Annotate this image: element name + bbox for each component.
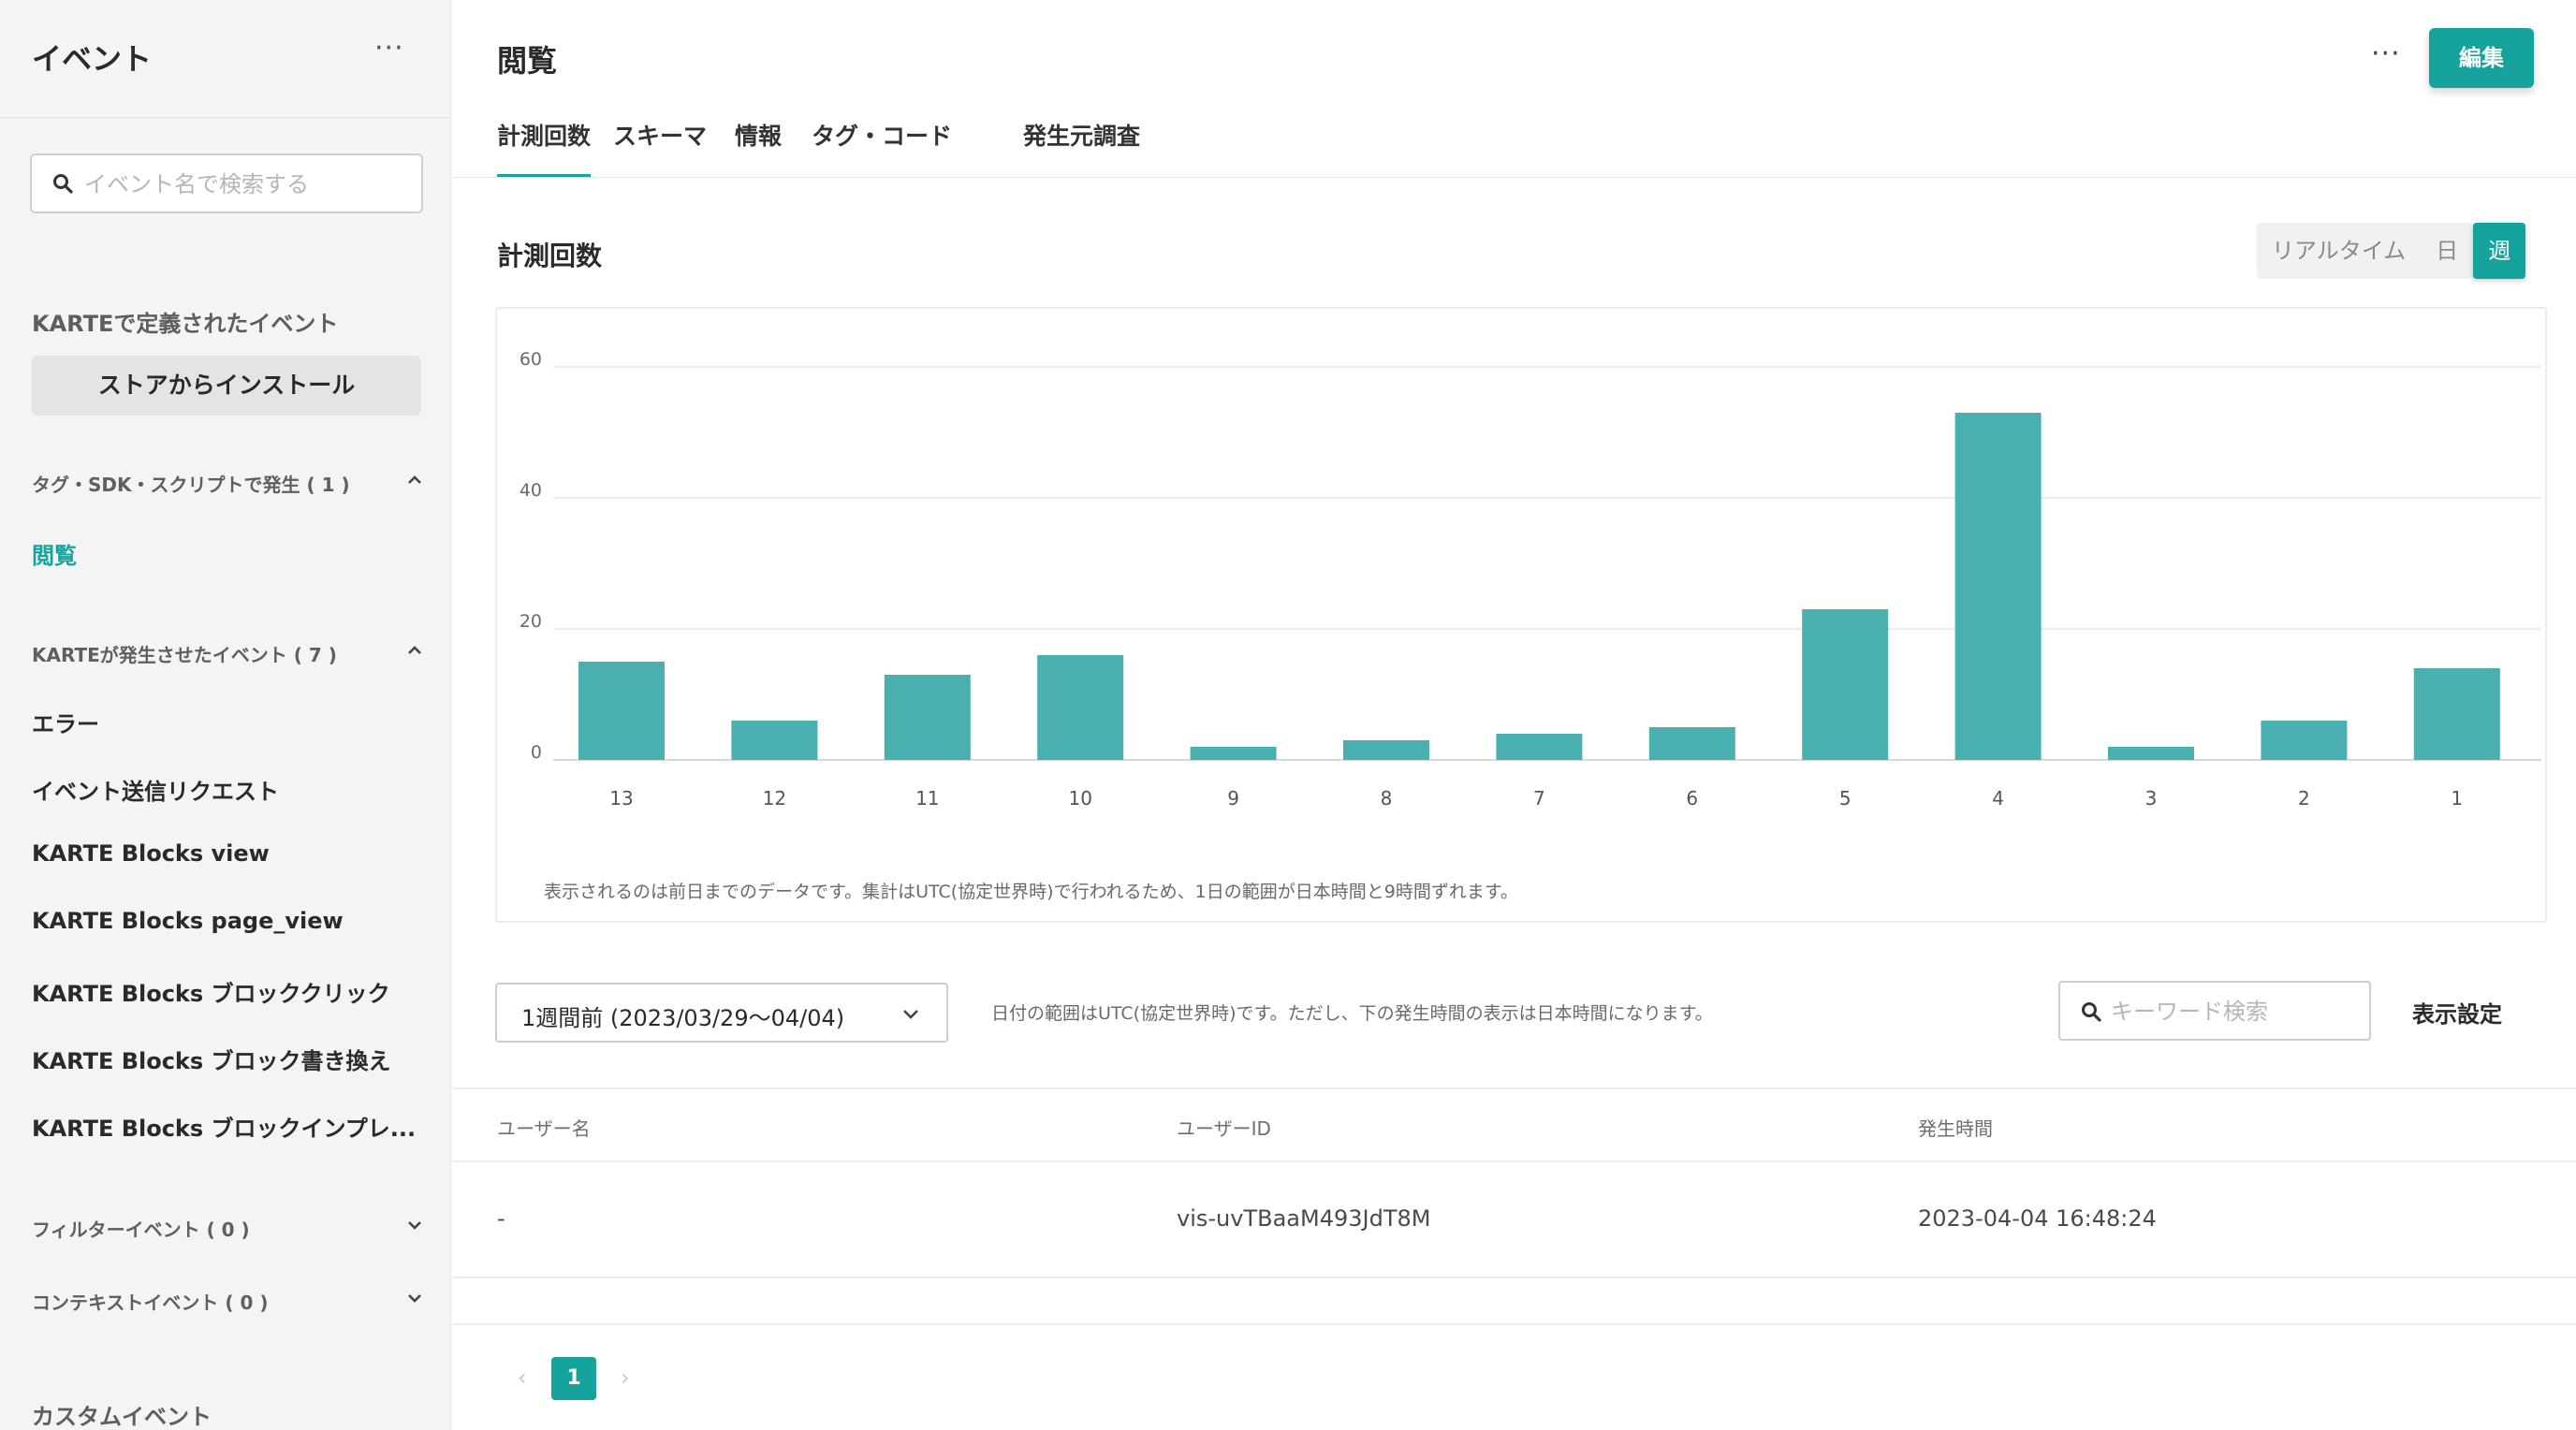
y-tick-label: 20	[520, 611, 542, 632]
chart-note: 表示されるのは前日までのデータです。集計はUTC(協定世界時)で行われるため、1…	[544, 882, 1518, 902]
x-tick-label: 9	[1227, 787, 1239, 810]
y-tick-label: 0	[531, 742, 542, 763]
date-range-select[interactable]: 1週間前 (2023/03/29〜04/04)	[495, 983, 948, 1043]
x-tick-label: 1	[2451, 787, 2463, 810]
sidebar: イベント ··· KARTEで定義されたイベント ストアからインストール タグ・…	[0, 0, 451, 1430]
column-header-username: ユーザー名	[497, 1117, 591, 1140]
display-settings-button[interactable]: 表示設定	[2412, 996, 2502, 1029]
sidebar-item-blocks-rewrite[interactable]: KARTE Blocks ブロック書き換え	[32, 1043, 391, 1075]
cell-user-id: vis-uvTBaaM493JdT8M	[1177, 1205, 1431, 1232]
bar[interactable]	[1802, 609, 1889, 760]
pagination-divider	[452, 1323, 2576, 1325]
section-title: 計測回数	[497, 241, 603, 271]
bar[interactable]	[731, 721, 818, 760]
sidebar-item-error[interactable]: エラー	[32, 706, 99, 738]
x-tick-label: 12	[763, 787, 786, 810]
bar[interactable]	[2108, 747, 2194, 760]
pagination-next-button[interactable]: ›	[621, 1364, 630, 1391]
page-title: 閲覧	[497, 43, 558, 79]
sidebar-item-blocks-impression[interactable]: KARTE Blocks ブロックインプレ...	[32, 1110, 416, 1143]
custom-events-heading: カスタムイベント	[32, 1404, 212, 1430]
keyword-search[interactable]	[2058, 981, 2371, 1041]
cell-username: -	[497, 1205, 505, 1232]
x-tick-label: 10	[1068, 787, 1091, 810]
x-tick-label: 7	[1533, 787, 1545, 810]
defined-events-heading: KARTEで定義されたイベント	[32, 311, 339, 337]
table-top-divider	[452, 1087, 2576, 1089]
sidebar-item-event-request[interactable]: イベント送信リクエスト	[32, 773, 279, 806]
search-icon	[2081, 1001, 2101, 1026]
main-content: 閲覧 ··· 編集 計測回数 スキーマ 情報 タグ・コード 発生元調査 計測回数…	[452, 0, 2576, 1430]
event-search-input[interactable]	[84, 167, 412, 202]
x-tick-label: 8	[1381, 787, 1393, 810]
chevron-up-icon	[404, 640, 425, 665]
table-row-divider	[452, 1277, 2576, 1278]
sidebar-item-blocks-view[interactable]: KARTE Blocks view	[32, 840, 270, 867]
edit-button[interactable]: 編集	[2429, 28, 2534, 88]
table-header-divider	[452, 1160, 2576, 1162]
bar[interactable]	[1190, 747, 1277, 760]
x-tick-label: 4	[1992, 787, 2004, 810]
cell-time: 2023-04-04 16:48:24	[1918, 1205, 2157, 1232]
bar[interactable]	[1496, 734, 1583, 760]
chevron-down-icon	[404, 1288, 425, 1313]
bar[interactable]	[2261, 721, 2348, 760]
bar[interactable]	[1343, 740, 1429, 760]
bar[interactable]	[2413, 668, 2500, 760]
bar-chart: 0 20 40 60 13 12 11 10 9 8 7 6 5 4 3 2 1	[520, 349, 2541, 810]
tab-schema[interactable]: スキーマ	[613, 118, 707, 178]
sidebar-more-button[interactable]: ···	[374, 32, 404, 65]
column-header-time: 発生時間	[1918, 1117, 1993, 1140]
period-realtime-button[interactable]: リアルタイム	[2257, 223, 2421, 279]
y-tick-label: 40	[520, 480, 542, 501]
group-context-events[interactable]: コンテキストイベント ( 0 )	[32, 1288, 425, 1315]
sidebar-item-browse[interactable]: 閲覧	[32, 537, 77, 570]
date-range-value: 1週間前 (2023/03/29〜04/04)	[521, 1005, 845, 1031]
group-tag-sdk-script[interactable]: タグ・SDK・スクリプトで発生 ( 1 )	[32, 470, 425, 497]
bar[interactable]	[884, 675, 971, 760]
x-tick-label: 2	[2298, 787, 2310, 810]
y-tick-label: 60	[520, 349, 542, 370]
group-filter-events[interactable]: フィルターイベント ( 0 )	[32, 1215, 425, 1242]
tab-origin-investigation[interactable]: 発生元調査	[1023, 118, 1140, 178]
x-tick-label: 6	[1686, 787, 1698, 810]
x-tick-label: 11	[915, 787, 939, 810]
x-tick-label: 5	[1839, 787, 1852, 810]
more-options-button[interactable]: ···	[2371, 37, 2401, 70]
tab-tag-code[interactable]: タグ・コード	[812, 118, 952, 178]
group-label: フィルターイベント ( 0 )	[32, 1218, 250, 1241]
bar[interactable]	[1648, 727, 1735, 760]
bar[interactable]	[1037, 655, 1124, 760]
event-search[interactable]	[30, 153, 423, 213]
keyword-search-input[interactable]	[2111, 994, 2358, 1029]
tab-info[interactable]: 情報	[735, 118, 782, 178]
sidebar-item-blocks-click[interactable]: KARTE Blocks ブロッククリック	[32, 975, 390, 1008]
x-tick-label: 13	[609, 787, 633, 810]
period-day-button[interactable]: 日	[2421, 223, 2473, 279]
sidebar-title: イベント	[32, 41, 153, 77]
date-range-note: 日付の範囲はUTC(協定世界時)です。ただし、下の発生時間の表示は日本時間になり…	[991, 1003, 1713, 1024]
install-from-store-button[interactable]: ストアからインストール	[32, 356, 421, 416]
chevron-down-icon	[900, 1003, 922, 1029]
chart-panel: 0 20 40 60 13 12 11 10 9 8 7 6 5 4 3 2 1 表示されるのは前日までのデータ…	[495, 307, 2547, 923]
chevron-up-icon	[404, 470, 425, 495]
tab-measure-count[interactable]: 計測回数	[497, 118, 592, 178]
sidebar-item-blocks-page-view[interactable]: KARTE Blocks page_view	[32, 908, 344, 934]
group-karte-events[interactable]: KARTEが発生させたイベント ( 7 )	[32, 640, 425, 667]
bar[interactable]	[1954, 413, 2042, 760]
x-tick-label: 3	[2145, 787, 2158, 810]
group-label: コンテキストイベント ( 0 )	[32, 1291, 269, 1314]
chevron-down-icon	[404, 1215, 425, 1240]
sidebar-header: イベント ···	[0, 0, 451, 118]
bar[interactable]	[578, 662, 665, 760]
group-label: タグ・SDK・スクリプトで発生 ( 1 )	[32, 474, 350, 496]
pagination-prev-button[interactable]: ‹	[518, 1364, 527, 1391]
period-toggle: リアルタイム 日 週	[2257, 223, 2526, 279]
group-label: KARTEが発生させたイベント ( 7 )	[32, 644, 337, 666]
column-header-user-id: ユーザーID	[1177, 1117, 1271, 1140]
search-icon	[52, 173, 73, 197]
pagination-page-1[interactable]: 1	[551, 1357, 596, 1400]
period-week-button[interactable]: 週	[2473, 223, 2526, 279]
tab-divider	[452, 177, 2576, 178]
